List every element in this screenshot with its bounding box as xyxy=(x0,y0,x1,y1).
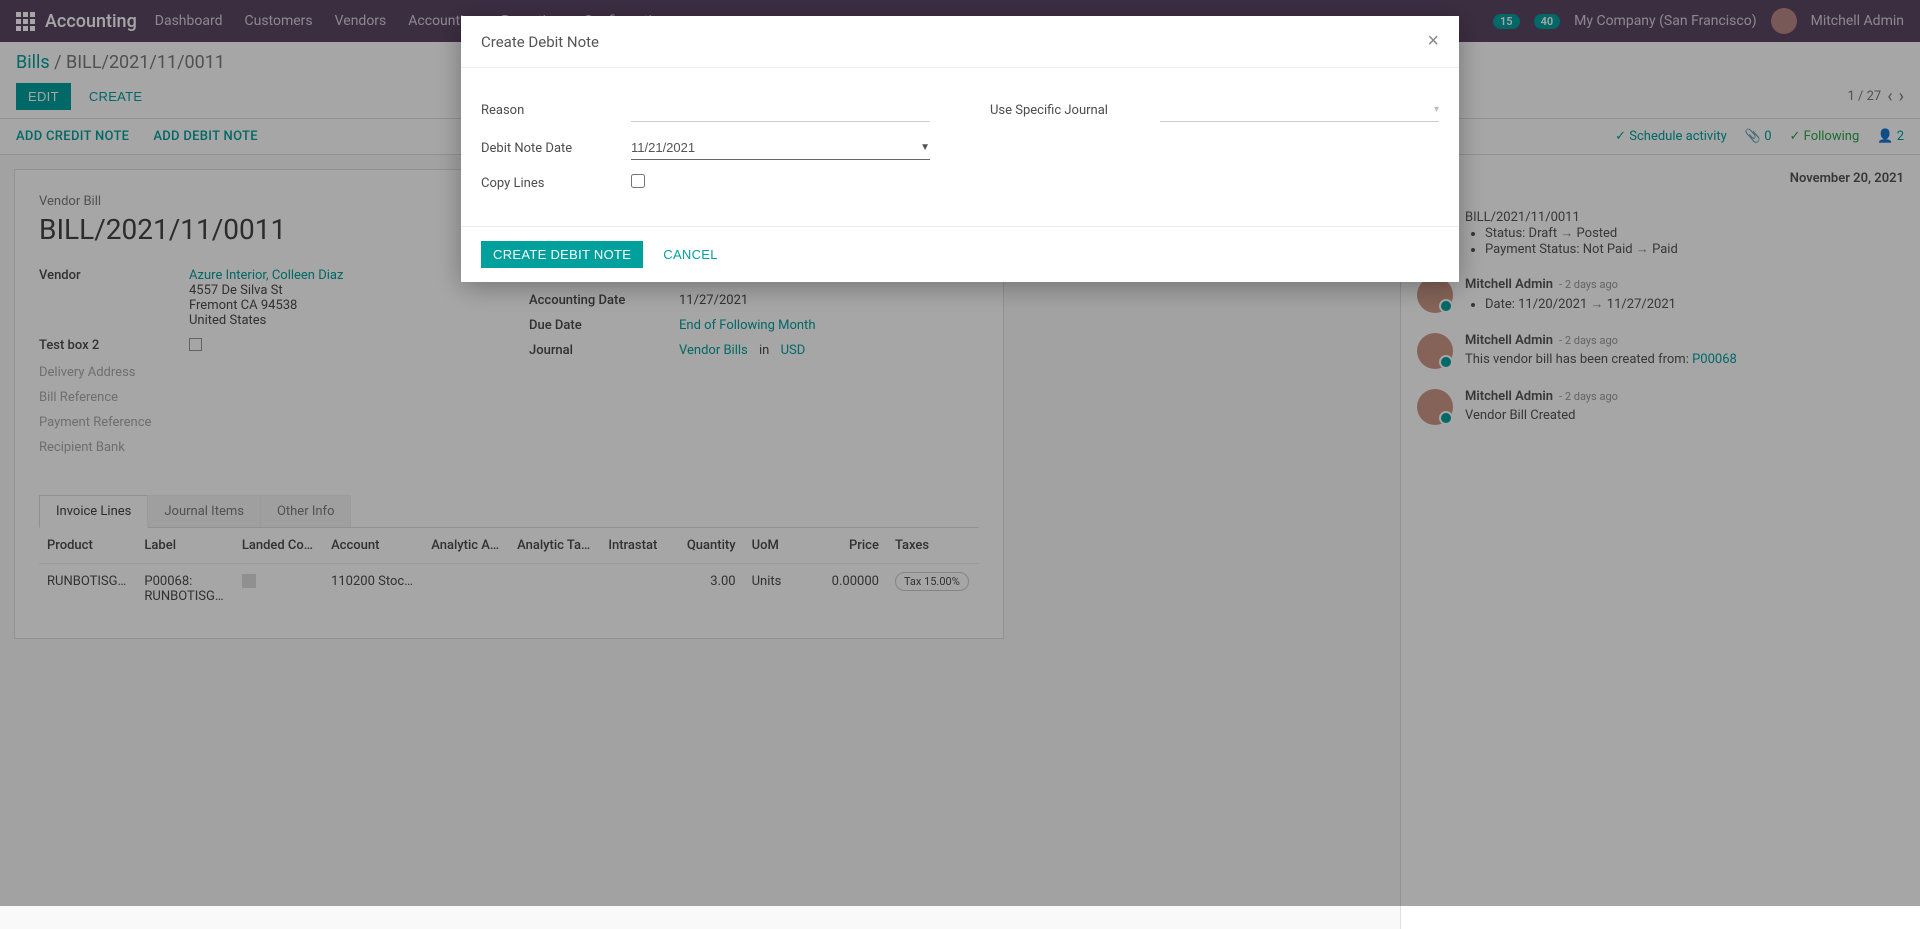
chevron-down-icon[interactable]: ▾ xyxy=(1434,104,1439,115)
calendar-dropdown-icon[interactable]: ▼ xyxy=(920,142,930,153)
close-icon[interactable]: × xyxy=(1427,30,1439,53)
cancel-button[interactable]: CANCEL xyxy=(651,241,730,268)
modal-title: Create Debit Note xyxy=(481,33,599,51)
reason-input[interactable] xyxy=(631,98,930,121)
modal-overlay[interactable]: Create Debit Note × Reason Debit Note Da… xyxy=(0,0,1920,906)
use-specific-journal-input[interactable] xyxy=(1160,98,1434,121)
debit-note-date-label: Debit Note Date xyxy=(481,141,631,156)
reason-label: Reason xyxy=(481,103,631,118)
copy-lines-label: Copy Lines xyxy=(481,176,631,191)
debit-note-date-input[interactable] xyxy=(631,136,920,159)
copy-lines-checkbox[interactable] xyxy=(631,174,645,188)
use-specific-journal-label: Use Specific Journal xyxy=(990,103,1160,118)
create-debit-note-dialog: Create Debit Note × Reason Debit Note Da… xyxy=(461,16,1459,282)
create-debit-note-button[interactable]: CREATE DEBIT NOTE xyxy=(481,241,643,268)
